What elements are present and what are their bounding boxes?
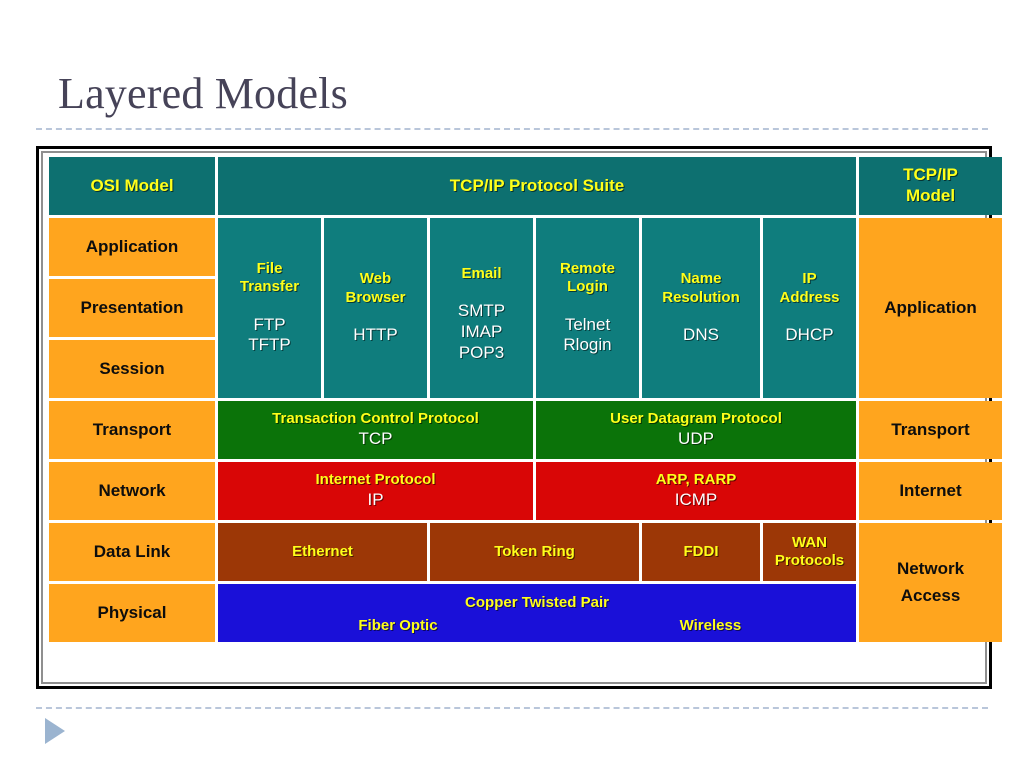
app-service-file-transfer-title-line1: File [256,259,283,277]
transport-protocol-tcp: Transaction Control Protocol TCP [218,401,533,459]
app-service-name-resolution: Name Resolution DNS [642,218,760,398]
physical-media-fiber: Fiber Optic [358,616,437,636]
app-protocol-ftp: FTP [253,314,286,334]
app-service-remote-login-title-line1: Remote [559,259,615,277]
network-protocol-arp: ARP, RARP ICMP [536,462,856,520]
datalink-technology-token-ring: Token Ring [430,523,639,581]
datalink-technology-fddi-label: FDDI [683,542,719,560]
app-service-name-resolution-title-line2: Resolution [662,288,740,306]
physical-media-wireless-label: Wireless [679,617,742,634]
app-service-ip-address-title-line1: IP [802,270,817,288]
app-protocol-smtp: SMTP [457,301,506,321]
network-protocol-ip-abbr: IP [367,489,384,509]
osi-layer-transport: Transport [49,401,215,459]
header-tcpip-model-label-line1: TCP/IP [903,165,958,185]
app-service-web-browser: Web Browser HTTP [324,218,427,398]
transport-protocol-udp-name: User Datagram Protocol [610,410,782,428]
app-protocol-pop3: POP3 [458,342,505,362]
datalink-technology-wan: WAN Protocols [763,523,856,581]
physical-media-copper: Copper Twisted Pair [218,593,856,613]
transport-protocol-udp: User Datagram Protocol UDP [536,401,856,459]
network-protocol-ip-name: Internet Protocol [315,471,436,489]
next-slide-arrow-icon[interactable] [45,718,65,744]
diagram-grid: OSI Model TCP/IP Protocol Suite TCP/IP M… [49,157,1002,677]
app-protocol-rlogin: Rlogin [563,335,612,355]
osi-layer-network-label: Network [98,480,166,500]
bottom-divider [36,707,988,709]
tcpip-layer-network-access: Network Access [859,523,1002,642]
app-service-web-browser-title-line1: Web [359,270,392,288]
tcpip-layer-application: Application [859,218,1002,398]
app-service-remote-login-title-line2: Login [567,278,608,296]
osi-layer-presentation-label: Presentation [80,297,184,317]
physical-media-fiber-label: Fiber Optic [358,617,438,634]
app-service-name-resolution-title-line1: Name [680,270,722,288]
osi-layer-data-link-label: Data Link [93,541,171,561]
osi-layer-network: Network [49,462,215,520]
header-tcpip-model-label-line2: Model [905,186,956,205]
app-protocol-dns: DNS [683,324,719,344]
tcpip-layer-application-label: Application [884,297,977,317]
app-service-ip-address: IP Address DHCP [763,218,856,398]
osi-layer-presentation: Presentation [49,279,215,337]
datalink-technology-token-ring-label: Token Ring [494,542,575,560]
header-osi-model: OSI Model [49,157,215,215]
datalink-technology-ethernet-label: Ethernet [292,542,353,560]
datalink-technology-fddi: FDDI [642,523,760,581]
app-protocol-dhcp: DHCP [785,324,834,344]
app-service-remote-login: Remote Login Telnet Rlogin [536,218,639,398]
datalink-technology-wan-label-line1: WAN [792,533,827,551]
osi-layer-session-label: Session [99,358,165,378]
app-service-file-transfer: File Transfer FTP TFTP [218,218,321,398]
osi-layer-transport-label: Transport [92,419,172,439]
header-tcpip-protocol-suite-label: TCP/IP Protocol Suite [449,175,625,195]
tcpip-layer-internet-label: Internet [899,480,962,500]
app-protocol-imap: IMAP [460,321,503,341]
tcpip-layer-network-access-label-line2: Access [900,585,961,605]
osi-layer-application-label: Application [85,236,179,256]
osi-layer-physical-label: Physical [97,602,167,622]
header-tcpip-protocol-suite: TCP/IP Protocol Suite [218,157,856,215]
transport-protocol-tcp-abbr: TCP [358,428,393,448]
datalink-technology-wan-label-line2: Protocols [774,552,845,569]
transport-protocol-tcp-name: Transaction Control Protocol [272,410,479,428]
datalink-technology-ethernet: Ethernet [218,523,427,581]
layered-models-diagram: OSI Model TCP/IP Protocol Suite TCP/IP M… [36,146,1002,689]
header-tcpip-model: TCP/IP Model [859,157,1002,215]
osi-layer-session: Session [49,340,215,398]
transport-protocol-udp-abbr: UDP [678,428,714,448]
osi-layer-data-link: Data Link [49,523,215,581]
network-protocol-ip: Internet Protocol IP [218,462,533,520]
physical-media-copper-label: Copper Twisted Pair [465,594,609,611]
physical-media-wireless: Wireless [680,616,742,636]
tcpip-layer-transport: Transport [859,401,1002,459]
app-service-email: Email SMTP IMAP POP3 [430,218,533,398]
tcpip-layer-transport-label: Transport [891,419,970,439]
header-osi-model-label: OSI Model [90,175,174,195]
app-protocol-tftp: TFTP [248,335,291,355]
physical-media-group: Copper Twisted Pair Fiber Optic Wireless [218,584,856,642]
osi-layer-physical: Physical [49,584,215,642]
page-title: Layered Models [58,69,348,118]
app-protocol-http: HTTP [353,324,398,344]
app-service-email-title: Email [461,264,502,282]
app-protocol-telnet: Telnet [564,314,611,334]
title-divider [36,128,988,130]
network-protocol-icmp-abbr: ICMP [674,489,718,509]
app-service-file-transfer-title-line2: Transfer [239,278,300,296]
tcpip-layer-internet: Internet [859,462,1002,520]
slide: Layered Models OSI Model TCP/IP Protocol… [0,0,1024,768]
physical-media-layout: Copper Twisted Pair Fiber Optic Wireless [218,584,856,642]
app-service-ip-address-title-line2: Address [779,288,840,306]
tcpip-layer-network-access-label-line1: Network [896,559,965,579]
osi-layer-application: Application [49,218,215,276]
app-service-web-browser-title-line2: Browser [345,288,406,306]
network-protocol-arp-name: ARP, RARP [655,471,737,489]
